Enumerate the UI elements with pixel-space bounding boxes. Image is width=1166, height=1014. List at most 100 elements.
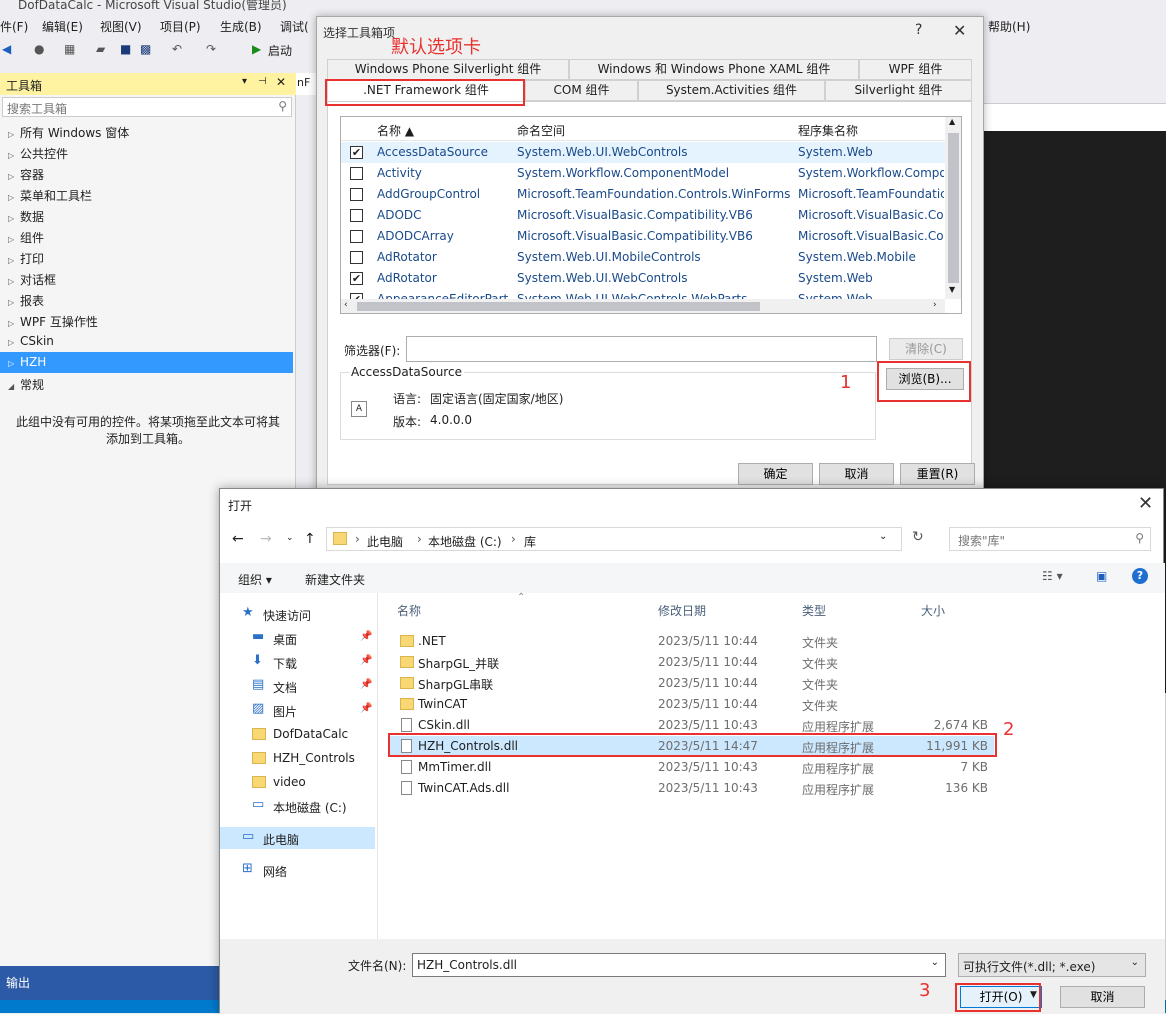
toolbox-group-general[interactable]: ◢ 常规 [0, 373, 293, 394]
view-options-icon[interactable]: ☷ ▾ [1042, 569, 1063, 583]
column-size[interactable]: 大小 [921, 602, 945, 619]
reset-button[interactable]: 重置(R) [900, 463, 975, 485]
nav-item[interactable]: ▭ 本地磁盘 (C:) [220, 795, 375, 817]
toolbox-group-containers[interactable]: ▷ 容器 [0, 163, 293, 184]
toolbox-group-reports[interactable]: ▷ 报表 [0, 289, 293, 310]
component-row[interactable]: ADODC Microsoft.VisualBasic.Compatibility… [341, 205, 945, 226]
breadcrumb-local-disk[interactable]: 本地磁盘 (C:) [428, 533, 502, 550]
help-icon[interactable]: ? [1132, 568, 1148, 584]
chevron-down-icon[interactable]: ⌄ [879, 531, 887, 542]
nav-item[interactable]: HZH_Controls [220, 747, 375, 769]
toolbox-group-data[interactable]: ▷ 数据 [0, 205, 293, 226]
nav-item[interactable]: ▭ 此电脑 [220, 827, 375, 849]
tab-com[interactable]: COM 组件 [525, 80, 638, 101]
nav-item[interactable]: ▨ 图片 📌 [220, 699, 375, 721]
close-icon[interactable]: ✕ [953, 21, 966, 40]
refresh-icon[interactable]: ↻ [912, 529, 924, 545]
menu-debug[interactable]: 调试( [280, 18, 309, 35]
component-row[interactable]: AdRotator System.Web.UI.MobileControls Sys… [341, 247, 945, 268]
address-bar[interactable]: › 此电脑 › 本地磁盘 (C:) › 库 ⌄ [326, 527, 902, 551]
recent-icon[interactable]: ⌄ [286, 533, 294, 543]
filename-input[interactable]: HZH_Controls.dll ⌄ [412, 953, 946, 977]
scroll-down-icon[interactable]: ▼ [949, 285, 955, 294]
new-project-icon[interactable]: ▦ [64, 42, 75, 56]
column-name[interactable]: 名称 [397, 602, 421, 619]
menu-view[interactable]: 视图(V) [100, 18, 142, 35]
component-row[interactable]: AddGroupControl Microsoft.TeamFoundation.… [341, 184, 945, 205]
search-icon[interactable]: ⚲ [1135, 531, 1144, 545]
file-list[interactable]: 名称 ⌃ 修改日期 类型 大小 .NET 2023/5/11 10:44 文件夹 Sh… [380, 592, 1165, 939]
scroll-thumb[interactable] [948, 133, 959, 283]
menu-file[interactable]: 件(F) [0, 18, 28, 35]
toolbox-group-wpf[interactable]: ▷ WPF 互操作性 [0, 310, 293, 331]
forward-icon[interactable]: → [260, 531, 272, 547]
scroll-left-icon[interactable]: ‹ [344, 300, 348, 310]
scroll-up-icon[interactable]: ▲ [949, 117, 955, 126]
toolbox-group-common[interactable]: ▷ 公共控件 [0, 142, 293, 163]
toolbox-search-input[interactable]: 搜索工具箱 ⚲ [2, 97, 292, 117]
toolbox-group-hzh[interactable]: ▷ HZH [0, 352, 293, 373]
document-tab[interactable]: nF [296, 73, 316, 95]
filter-input[interactable] [406, 336, 877, 362]
preview-pane-icon[interactable]: ▣ [1096, 569, 1107, 583]
tab-silverlight[interactable]: Silverlight 组件 [825, 80, 972, 101]
column-type[interactable]: 类型 [802, 602, 826, 619]
horizontal-scrollbar[interactable]: ‹ › [341, 299, 945, 313]
column-name[interactable]: 名称 ▲ [377, 122, 414, 139]
undo-icon[interactable]: ↶ [172, 42, 182, 56]
menu-help[interactable]: 帮助(H) [988, 18, 1030, 35]
ok-button[interactable]: 确定 [738, 463, 813, 485]
start-icon[interactable]: ▶ [252, 42, 261, 56]
nav-item[interactable]: ▬ 桌面 📌 [220, 627, 375, 649]
tab-system-activities[interactable]: System.Activities 组件 [638, 80, 825, 101]
file-row[interactable]: SharpGL串联 2023/5/11 10:44 文件夹 [390, 673, 994, 694]
tab-wpf[interactable]: WPF 组件 [859, 59, 972, 80]
nav-item[interactable]: ▤ 文档 📌 [220, 675, 375, 697]
menu-project[interactable]: 项目(P) [160, 18, 201, 35]
toolbox-group-menus[interactable]: ▷ 菜单和工具栏 [0, 184, 293, 205]
toolbox-dropdown-icon[interactable]: ▾ [242, 76, 247, 87]
component-checkbox[interactable]: ✔ [350, 146, 363, 159]
chevron-down-icon[interactable]: ⌄ [1131, 957, 1139, 968]
component-row[interactable]: ADODCArray Microsoft.VisualBasic.Compatib… [341, 226, 945, 247]
toolbox-group-printing[interactable]: ▷ 打印 [0, 247, 293, 268]
save-icon[interactable]: ■ [120, 42, 131, 56]
open-icon[interactable]: ▰ [96, 42, 105, 56]
component-row[interactable]: ✔ AccessDataSource System.Web.UI.WebContro… [341, 142, 945, 163]
component-row[interactable]: Activity System.Workflow.ComponentModel Sy… [341, 163, 945, 184]
search-input[interactable]: 搜索"库" ⚲ [949, 527, 1151, 551]
organize-button[interactable]: 组织 ▾ [238, 571, 272, 588]
nav-item[interactable]: ★ 快速访问 [220, 603, 375, 625]
column-namespace[interactable]: 命名空间 [517, 122, 565, 139]
back-icon[interactable]: ← [232, 531, 244, 547]
cancel-button[interactable]: 取消 [1060, 986, 1145, 1008]
menu-build[interactable]: 生成(B) [220, 18, 262, 35]
cancel-button[interactable]: 取消 [819, 463, 894, 485]
scroll-right-icon[interactable]: › [933, 300, 937, 310]
filetype-select[interactable]: 可执行文件(*.dll; *.exe) ⌄ [958, 953, 1146, 977]
search-icon[interactable]: ⚲ [278, 99, 287, 113]
file-row[interactable]: TwinCAT.Ads.dll 2023/5/11 10:43 应用程序扩展 136 … [390, 778, 994, 799]
file-row[interactable]: TwinCAT 2023/5/11 10:44 文件夹 [390, 694, 994, 715]
component-checkbox[interactable] [350, 209, 363, 222]
nav-item[interactable]: video [220, 771, 375, 793]
nav-item[interactable]: ⊞ 网络 [220, 859, 375, 881]
component-list[interactable]: 名称 ▲ 命名空间 程序集名称 ✔ AccessDataSource System.… [340, 116, 962, 314]
breadcrumb-this-pc[interactable]: 此电脑 [367, 533, 403, 550]
file-row[interactable]: .NET 2023/5/11 10:44 文件夹 [390, 631, 994, 652]
tab-wp-silverlight[interactable]: Windows Phone Silverlight 组件 [327, 59, 569, 80]
clear-button[interactable]: 清除(C) [889, 338, 963, 360]
tab-windows-xaml[interactable]: Windows 和 Windows Phone XAML 组件 [569, 59, 859, 80]
component-checkbox[interactable] [350, 188, 363, 201]
redo-icon[interactable]: ↷ [206, 42, 216, 56]
nav-item[interactable]: DofDataCalc [220, 723, 375, 745]
component-checkbox[interactable] [350, 251, 363, 264]
column-assembly[interactable]: 程序集名称 [798, 122, 858, 139]
close-icon[interactable]: ✕ [276, 75, 286, 89]
chevron-down-icon[interactable]: ⌄ [931, 957, 939, 968]
breadcrumb-library[interactable]: 库 [524, 533, 536, 550]
output-panel-tab[interactable]: 输出 [0, 966, 220, 1000]
component-checkbox[interactable] [350, 167, 363, 180]
toolbox-group-all-windows[interactable]: ▷ 所有 Windows 窗体 [0, 121, 293, 142]
component-checkbox[interactable]: ✔ [350, 272, 363, 285]
